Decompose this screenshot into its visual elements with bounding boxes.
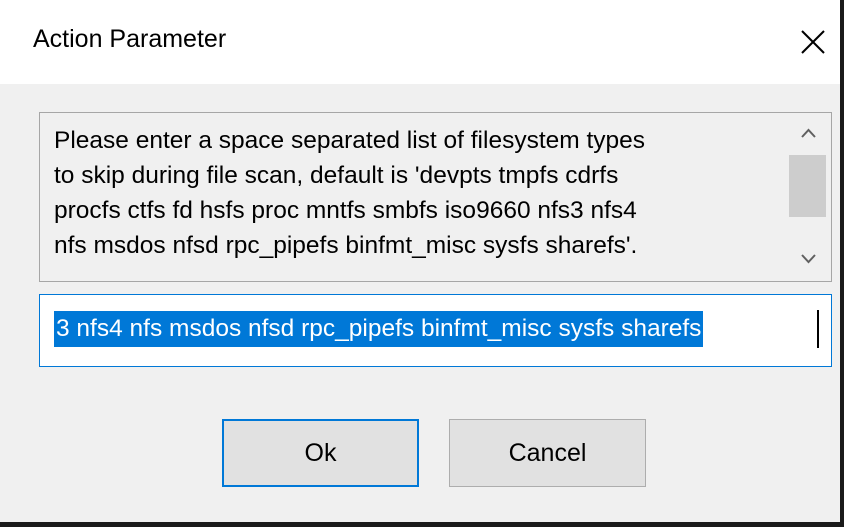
close-icon bbox=[801, 30, 825, 54]
chevron-up-icon bbox=[801, 128, 816, 138]
selected-input-text: 3 nfs4 nfs msdos nfsd rpc_pipefs binfmt_… bbox=[54, 311, 704, 347]
scroll-down-button[interactable] bbox=[786, 241, 831, 277]
filesystem-types-input[interactable]: 3 nfs4 nfs msdos nfsd rpc_pipefs binfmt_… bbox=[39, 294, 832, 367]
scroll-thumb[interactable] bbox=[789, 155, 826, 217]
dialog-title: Action Parameter bbox=[33, 25, 227, 53]
close-button[interactable] bbox=[790, 20, 836, 64]
scroll-up-button[interactable] bbox=[786, 115, 831, 151]
title-bar[interactable]: Action Parameter bbox=[0, 0, 840, 84]
description-text: Please enter a space separated list of f… bbox=[54, 127, 646, 259]
chevron-down-icon bbox=[801, 254, 816, 264]
action-parameter-dialog: Action Parameter Please enter a space se… bbox=[0, 0, 844, 527]
ok-button[interactable]: Ok bbox=[222, 419, 419, 487]
description-textarea[interactable]: Please enter a space separated list of f… bbox=[39, 112, 832, 282]
text-caret bbox=[817, 310, 819, 348]
cancel-button[interactable]: Cancel bbox=[449, 419, 646, 487]
vertical-scrollbar[interactable] bbox=[786, 113, 831, 281]
